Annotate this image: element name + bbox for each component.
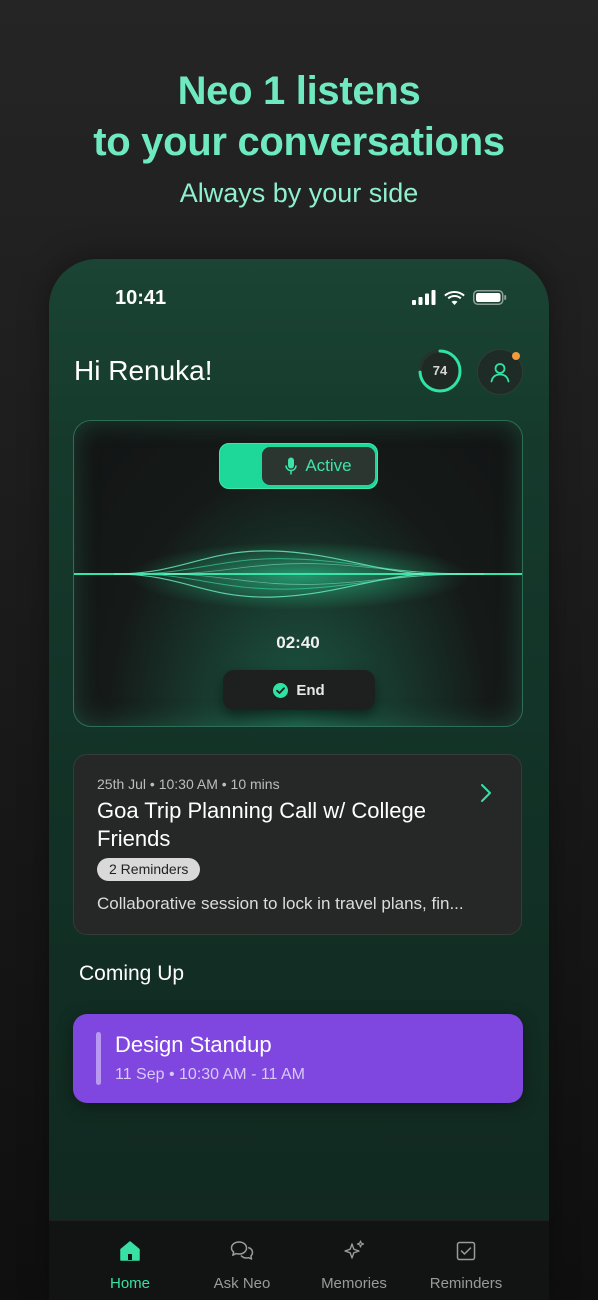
memory-meta: 25th Jul • 10:30 AM • 10 mins — [97, 776, 280, 792]
signal-icon — [412, 290, 436, 305]
event-title: Design Standup — [115, 1032, 272, 1057]
reminders-badge: 2 Reminders — [97, 858, 201, 881]
memory-description: Collaborative session to lock in travel … — [97, 894, 464, 913]
event-time: 11 Sep • 10:30 AM - 11 AM — [115, 1066, 306, 1083]
phone-screen: 10:41 Hi Renuka! 74 Active 02:40 End 25t… — [49, 259, 549, 1300]
coming-up-heading: Coming Up — [79, 962, 185, 985]
end-button[interactable]: End — [223, 670, 375, 710]
nav-home[interactable]: Home — [80, 1239, 180, 1292]
nav-home-label: Home — [109, 1275, 150, 1292]
nav-reminders[interactable]: Reminders — [416, 1239, 516, 1292]
end-label: End — [296, 681, 325, 699]
nav-ask-neo[interactable]: Ask Neo — [192, 1239, 292, 1292]
nav-reminders-label: Reminders — [429, 1275, 503, 1292]
hero-title: Neo 1 listens to your conversations — [0, 66, 598, 168]
score-ring[interactable]: 74 — [417, 348, 463, 394]
home-icon — [120, 1241, 140, 1261]
waveform-visual — [74, 542, 522, 610]
event-card[interactable]: Design Standup 11 Sep • 10:30 AM - 11 AM — [73, 1014, 523, 1103]
profile-button[interactable] — [477, 349, 523, 395]
nav-ask-neo-label: Ask Neo — [213, 1275, 271, 1292]
microphone-icon — [285, 457, 298, 475]
chevron-right-icon[interactable] — [480, 783, 492, 803]
listening-toggle[interactable]: Active — [219, 443, 378, 489]
battery-icon — [473, 290, 507, 305]
recording-timer: 02:40 — [276, 633, 320, 652]
nav-memories[interactable]: Memories — [304, 1239, 404, 1292]
notification-dot — [512, 352, 520, 360]
toggle-knob: Active — [262, 447, 375, 485]
user-icon — [490, 363, 510, 383]
bottom-nav: Home Ask Neo Memories Reminders — [49, 1220, 549, 1300]
score-value: 74 — [432, 363, 448, 378]
status-time: 10:41 — [115, 287, 167, 309]
nav-memories-label: Memories — [321, 1275, 387, 1292]
hero-title-line2: to your conversations — [93, 120, 505, 164]
status-icons — [412, 290, 507, 305]
check-circle-icon — [273, 682, 289, 698]
memory-title: Goa Trip Planning Call w/ College Friend… — [97, 798, 426, 851]
sparkle-icon — [344, 1240, 365, 1259]
checkbox-icon — [456, 1241, 476, 1261]
wifi-icon — [444, 291, 465, 305]
hero-subtitle: Always by your side — [179, 178, 419, 208]
toggle-label: Active — [305, 456, 352, 475]
listening-card: Active 02:40 End — [73, 420, 523, 727]
memory-card[interactable]: 25th Jul • 10:30 AM • 10 mins Goa Trip P… — [73, 754, 522, 935]
event-accent-bar — [96, 1032, 101, 1085]
greeting: Hi Renuka! — [74, 355, 213, 386]
chat-icon — [230, 1241, 254, 1260]
hero-title-line1: Neo 1 listens — [177, 69, 421, 113]
